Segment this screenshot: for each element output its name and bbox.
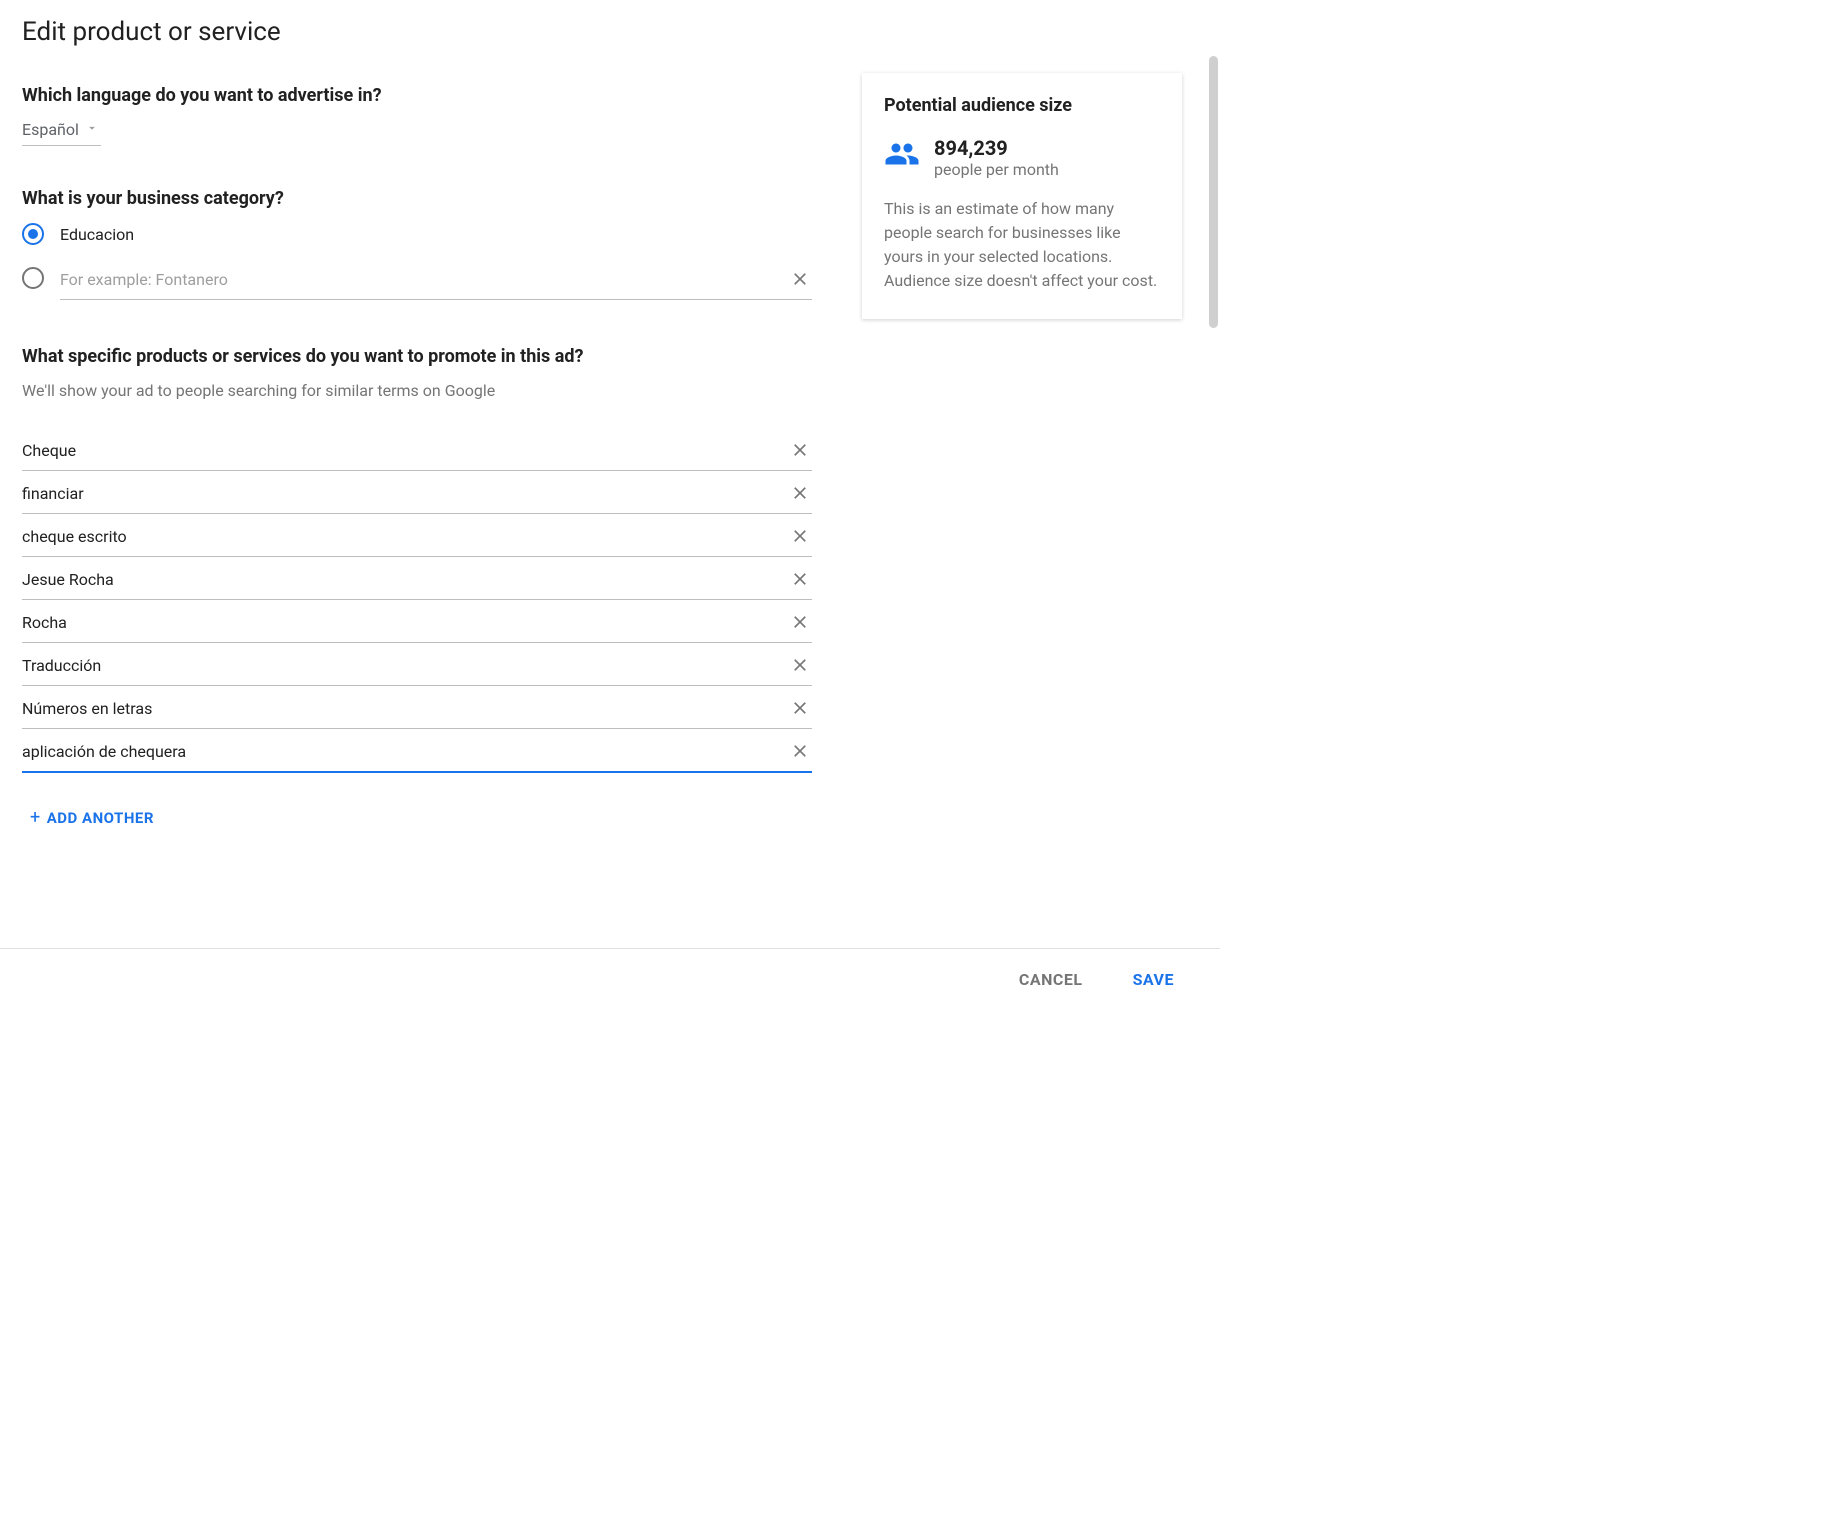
audience-unit: people per month — [934, 160, 1059, 179]
product-input[interactable] — [22, 611, 778, 634]
close-icon[interactable] — [788, 524, 812, 548]
category-question: What is your business category? — [22, 188, 812, 209]
close-icon[interactable] — [788, 567, 812, 591]
category-radio-custom[interactable] — [22, 267, 44, 289]
language-question: Which language do you want to advertise … — [22, 85, 812, 106]
product-input[interactable] — [22, 697, 778, 720]
category-input[interactable] — [60, 270, 778, 289]
product-row — [22, 729, 812, 773]
footer-bar: CANCEL SAVE — [0, 948, 1220, 1010]
products-subtext: We'll show your ad to people searching f… — [22, 381, 812, 400]
product-input[interactable] — [22, 482, 778, 505]
close-icon[interactable] — [788, 739, 812, 763]
people-icon — [884, 136, 920, 176]
close-icon[interactable] — [788, 438, 812, 462]
product-row — [22, 514, 812, 557]
close-icon[interactable] — [788, 610, 812, 634]
product-row — [22, 686, 812, 729]
language-select[interactable]: Español — [22, 120, 101, 146]
category-radio-selected[interactable] — [22, 223, 44, 245]
save-button[interactable]: SAVE — [1117, 960, 1190, 999]
audience-card: Potential audience size 894,239 people p… — [862, 73, 1182, 319]
language-selected-value: Español — [22, 120, 79, 139]
page-title: Edit product or service — [22, 17, 812, 47]
add-another-label: ADD ANOTHER — [47, 809, 154, 827]
category-selected-label: Educacion — [60, 225, 134, 244]
product-input[interactable] — [22, 654, 778, 677]
product-input[interactable] — [22, 568, 778, 591]
audience-card-title: Potential audience size — [884, 95, 1160, 116]
products-question: What specific products or services do yo… — [22, 346, 812, 367]
audience-description: This is an estimate of how many people s… — [884, 197, 1160, 293]
product-row — [22, 600, 812, 643]
audience-number: 894,239 — [934, 136, 1059, 160]
add-another-button[interactable]: + ADD ANOTHER — [22, 807, 154, 828]
chevron-down-icon — [85, 120, 99, 139]
close-icon[interactable] — [788, 653, 812, 677]
product-row — [22, 557, 812, 600]
product-row — [22, 471, 812, 514]
cancel-button[interactable]: CANCEL — [1003, 960, 1099, 999]
product-row — [22, 643, 812, 686]
close-icon[interactable] — [788, 481, 812, 505]
product-input[interactable] — [22, 525, 778, 548]
close-icon[interactable] — [788, 696, 812, 720]
product-input[interactable] — [22, 439, 778, 462]
product-input[interactable] — [22, 740, 778, 763]
close-icon[interactable] — [788, 267, 812, 291]
product-list — [22, 428, 812, 773]
product-row — [22, 428, 812, 471]
plus-icon: + — [30, 807, 41, 828]
scrollbar-thumb[interactable] — [1209, 56, 1218, 328]
